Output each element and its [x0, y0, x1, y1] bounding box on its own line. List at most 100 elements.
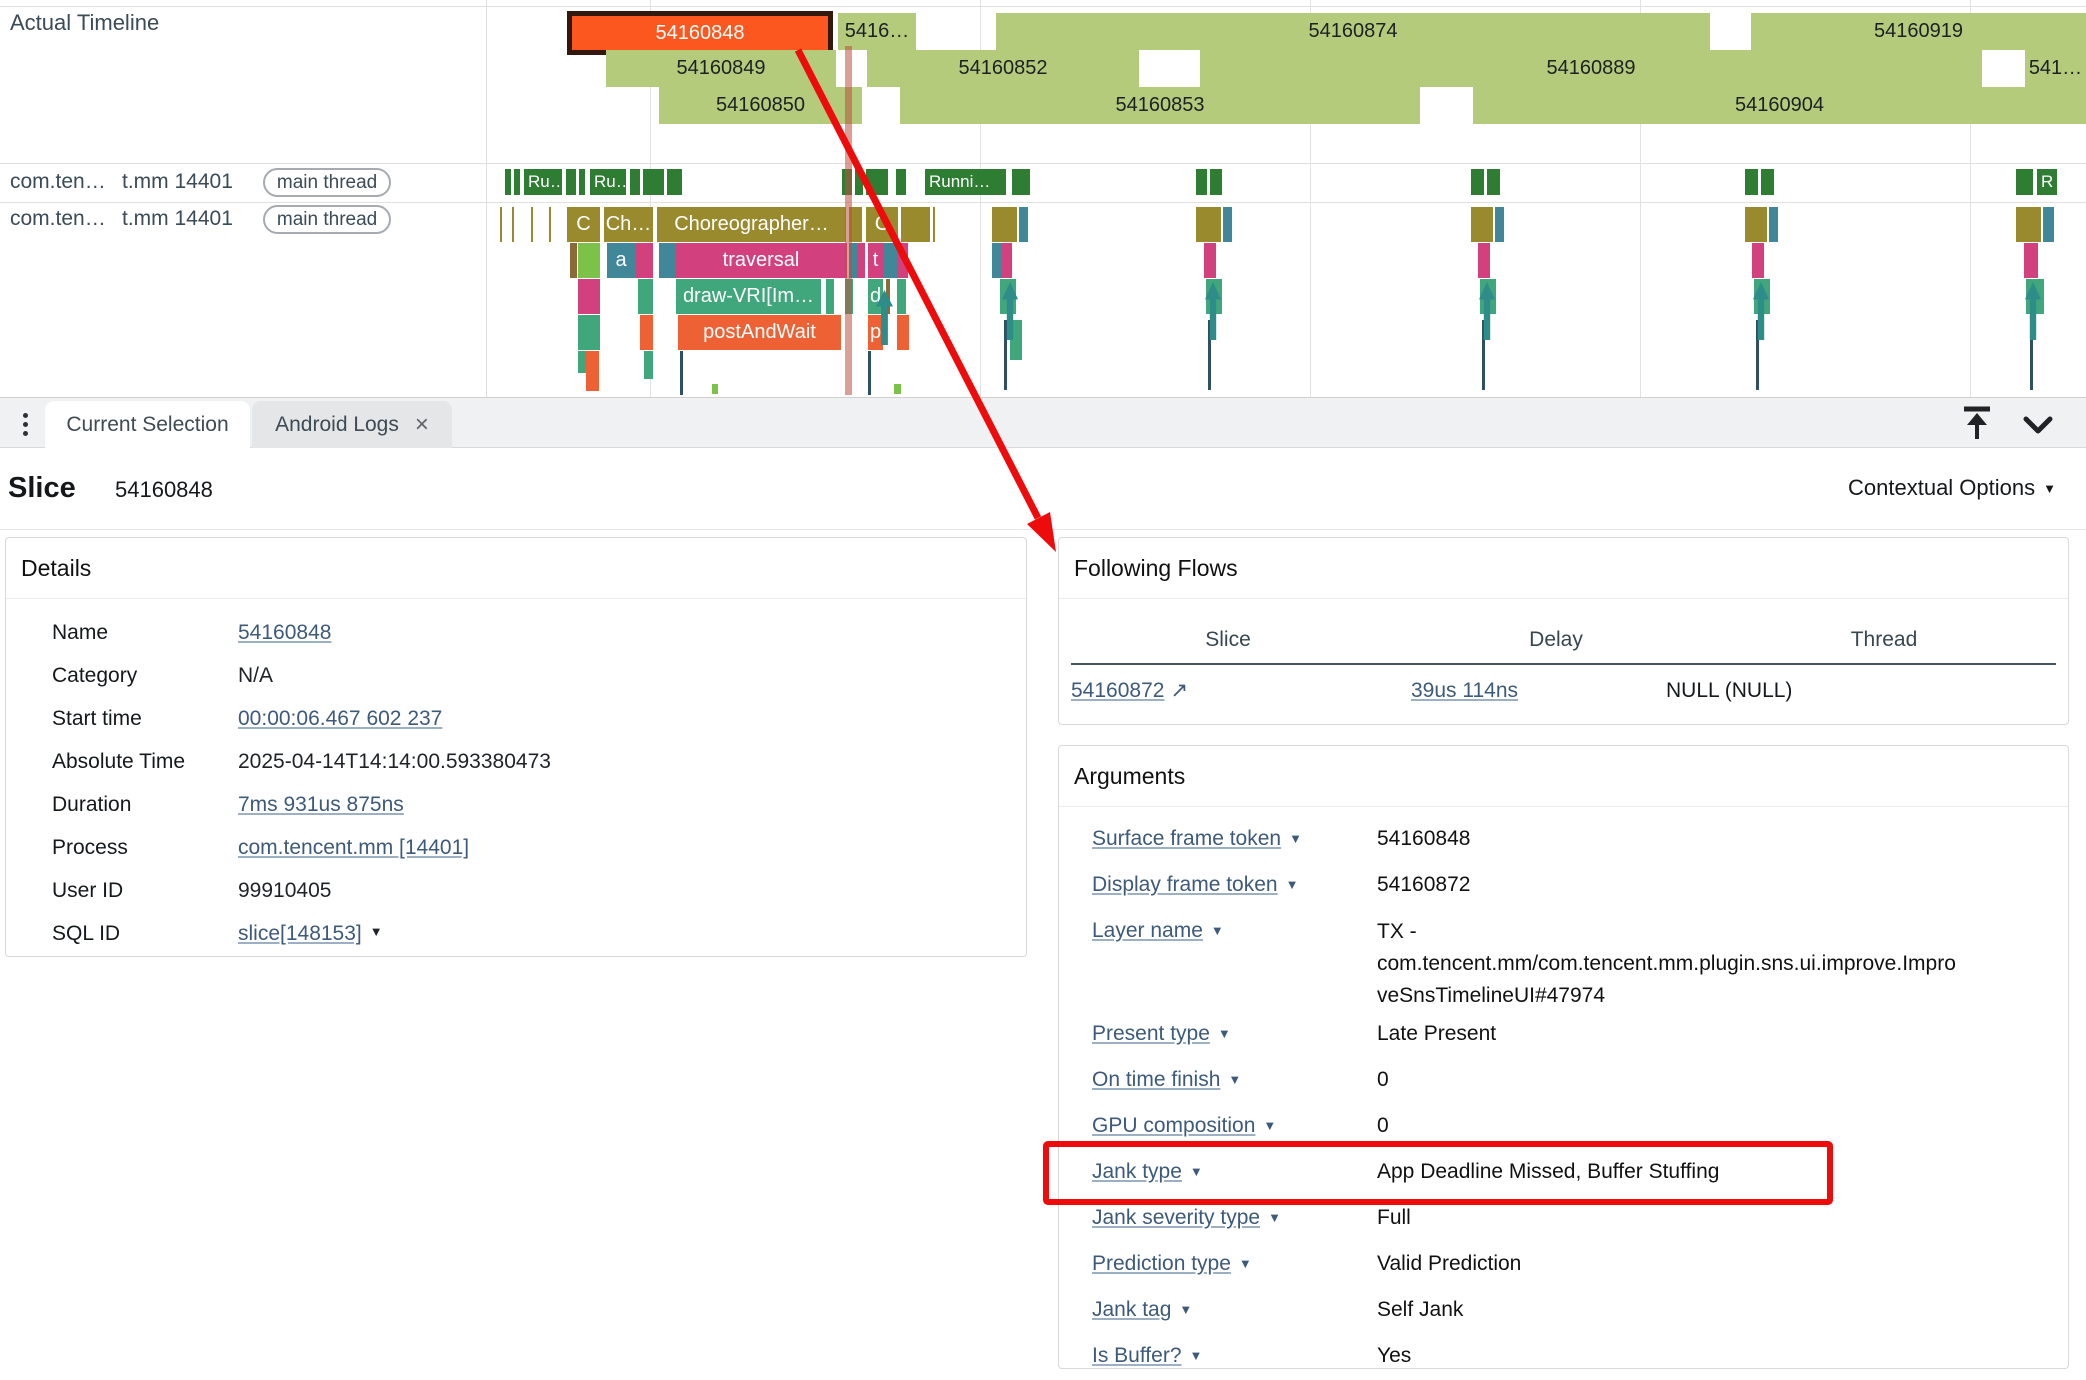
timeline-canvas[interactable]: 541608485416…541608745416091954160849541…: [0, 0, 2086, 397]
frame-slice[interactable]: 54160852: [867, 50, 1139, 87]
flame-slice[interactable]: [635, 243, 653, 278]
running-slice[interactable]: [1745, 169, 1758, 195]
flame-slice[interactable]: [1019, 207, 1028, 242]
flame-slice[interactable]: draw-VRI[Im…: [676, 279, 821, 314]
frame-slice[interactable]: 54160874: [996, 13, 1710, 50]
flame-slice[interactable]: [857, 243, 865, 278]
running-slice[interactable]: Runni…: [925, 169, 1006, 195]
flame-slice[interactable]: [500, 207, 502, 242]
argument-key-link[interactable]: Is Buffer?: [1092, 1344, 1182, 1367]
argument-key-link[interactable]: On time finish: [1092, 1068, 1220, 1091]
flame-slice[interactable]: [512, 207, 514, 242]
argument-key[interactable]: Jank tag▼: [1059, 1288, 1377, 1334]
argument-key[interactable]: GPU composition▼: [1059, 1104, 1377, 1150]
running-slice[interactable]: [514, 169, 520, 195]
argument-key-link[interactable]: Prediction type: [1092, 1252, 1231, 1275]
running-slice[interactable]: R: [2037, 169, 2057, 195]
flame-slice[interactable]: [578, 243, 600, 278]
flame-slice[interactable]: Choreographer…: [657, 207, 846, 242]
flame-slice[interactable]: postAndWait: [678, 315, 841, 350]
flame-slice[interactable]: [897, 279, 906, 314]
detail-value[interactable]: 54160848: [238, 621, 331, 645]
argument-key-link[interactable]: Surface frame token: [1092, 827, 1281, 850]
frame-slice-selected[interactable]: 54160848: [567, 11, 833, 55]
tab-android-logs[interactable]: Android Logs ×: [252, 401, 452, 448]
detail-value[interactable]: slice[148153]: [238, 922, 362, 946]
flame-slice[interactable]: [1752, 243, 1764, 278]
running-slice[interactable]: [1487, 169, 1500, 195]
running-slice[interactable]: [1196, 169, 1207, 195]
argument-key[interactable]: Jank type▼: [1059, 1150, 1377, 1196]
flame-slice[interactable]: [933, 207, 935, 242]
frame-slice[interactable]: 54160889: [1200, 50, 1982, 87]
flame-slice[interactable]: Ch…: [604, 207, 653, 242]
flow-delay-link[interactable]: 39us 114ns: [1411, 679, 1518, 702]
flame-slice[interactable]: [1745, 207, 1767, 242]
flame-slice[interactable]: [1204, 243, 1216, 278]
running-slice[interactable]: [667, 169, 682, 195]
argument-key-link[interactable]: Jank tag: [1092, 1298, 1171, 1321]
frame-slice[interactable]: 54160904: [1473, 87, 2086, 124]
frame-slice[interactable]: 54160849: [606, 50, 836, 87]
argument-key[interactable]: Jank severity type▼: [1059, 1196, 1377, 1242]
running-slice[interactable]: Ru…: [590, 169, 626, 195]
detail-value[interactable]: 00:00:06.467 602 237: [238, 707, 442, 731]
argument-key-link[interactable]: GPU composition: [1092, 1114, 1255, 1137]
flame-slice[interactable]: [578, 279, 600, 314]
argument-key-link[interactable]: Display frame token: [1092, 873, 1278, 896]
argument-key[interactable]: Surface frame token▼: [1059, 817, 1377, 863]
flame-slice[interactable]: [1769, 207, 1778, 242]
argument-key[interactable]: Is Buffer?▼: [1059, 1334, 1377, 1380]
flame-slice[interactable]: [638, 279, 653, 314]
argument-key[interactable]: On time finish▼: [1059, 1058, 1377, 1104]
flame-slice[interactable]: d: [868, 279, 883, 314]
running-slice[interactable]: [866, 169, 888, 195]
running-slice[interactable]: [643, 169, 664, 195]
flame-slice[interactable]: a: [607, 243, 635, 278]
flame-slice[interactable]: [992, 207, 1017, 242]
argument-key[interactable]: Present type▼: [1059, 1012, 1377, 1058]
flame-slice[interactable]: [897, 315, 909, 350]
argument-key-link[interactable]: Jank type: [1092, 1160, 1182, 1183]
frame-slice[interactable]: 54160919: [1751, 13, 2086, 50]
running-slice[interactable]: [1761, 169, 1774, 195]
running-slice[interactable]: [2016, 169, 2033, 195]
flame-slice[interactable]: [901, 207, 930, 242]
flame-slice[interactable]: [2043, 207, 2054, 242]
flame-slice[interactable]: [2016, 207, 2041, 242]
argument-key-link[interactable]: Present type: [1092, 1022, 1210, 1045]
flame-slice[interactable]: [640, 315, 653, 350]
frame-slice[interactable]: 541…: [2025, 50, 2086, 87]
dock-to-top-icon[interactable]: [1958, 405, 1996, 443]
running-slice[interactable]: [855, 169, 863, 195]
flame-slice[interactable]: C: [567, 207, 600, 242]
flame-slice[interactable]: [578, 315, 600, 350]
flame-slice[interactable]: t: [868, 243, 883, 278]
argument-key[interactable]: Display frame token▼: [1059, 863, 1377, 909]
running-slice[interactable]: [505, 169, 511, 195]
flame-slice[interactable]: [570, 243, 577, 278]
detail-value[interactable]: 7ms 931us 875ns: [238, 793, 404, 817]
flame-slice[interactable]: [1471, 207, 1493, 242]
flame-slice[interactable]: [549, 207, 551, 242]
running-slice[interactable]: [1012, 169, 1030, 195]
flame-slice[interactable]: [826, 279, 834, 314]
running-slice[interactable]: [896, 169, 906, 195]
timeline-panel[interactable]: Actual Timeline 541608485416…54160874541…: [0, 0, 2086, 397]
argument-key-link[interactable]: Jank severity type: [1092, 1206, 1260, 1229]
tab-current-selection[interactable]: Current Selection: [45, 401, 250, 448]
chevron-down-icon[interactable]: [2020, 405, 2056, 443]
flow-slice-link[interactable]: 54160872: [1071, 679, 1164, 702]
frame-slice[interactable]: 5416…: [838, 13, 916, 50]
frame-slice[interactable]: 54160850: [659, 87, 862, 124]
argument-key[interactable]: Prediction type▼: [1059, 1242, 1377, 1288]
flame-slice[interactable]: [1196, 207, 1221, 242]
flame-slice[interactable]: p: [868, 315, 883, 350]
running-slice[interactable]: [1210, 169, 1222, 195]
flame-slice[interactable]: [531, 207, 533, 242]
flame-slice[interactable]: [1495, 207, 1504, 242]
running-slice[interactable]: Ru…: [524, 169, 562, 195]
flame-slice[interactable]: [659, 243, 675, 278]
flame-slice[interactable]: [1002, 243, 1012, 278]
flame-slice[interactable]: [1478, 243, 1490, 278]
